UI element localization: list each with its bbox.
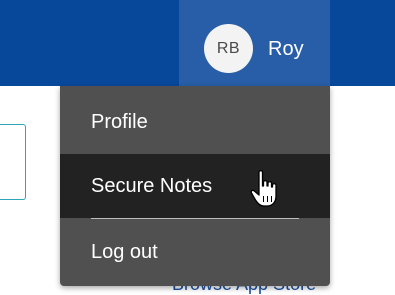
- hand-pointer-icon: [250, 170, 277, 207]
- menu-item-profile[interactable]: Profile: [60, 90, 330, 154]
- content-card-edge: [0, 124, 26, 200]
- user-menu-button[interactable]: RB Roy: [179, 0, 330, 86]
- user-name: Roy: [268, 38, 304, 60]
- menu-item-label: Log out: [91, 240, 158, 263]
- menu-item-secure-notes[interactable]: Secure Notes: [60, 154, 330, 218]
- avatar: RB: [204, 24, 253, 73]
- menu-divider: [91, 218, 299, 219]
- menu-item-log-out[interactable]: Log out: [60, 220, 330, 284]
- user-dropdown-menu: Profile Secure Notes Log out: [60, 86, 330, 286]
- menu-item-label: Profile: [91, 110, 148, 133]
- menu-item-label: Secure Notes: [91, 174, 213, 197]
- top-header: RB Roy: [0, 0, 395, 86]
